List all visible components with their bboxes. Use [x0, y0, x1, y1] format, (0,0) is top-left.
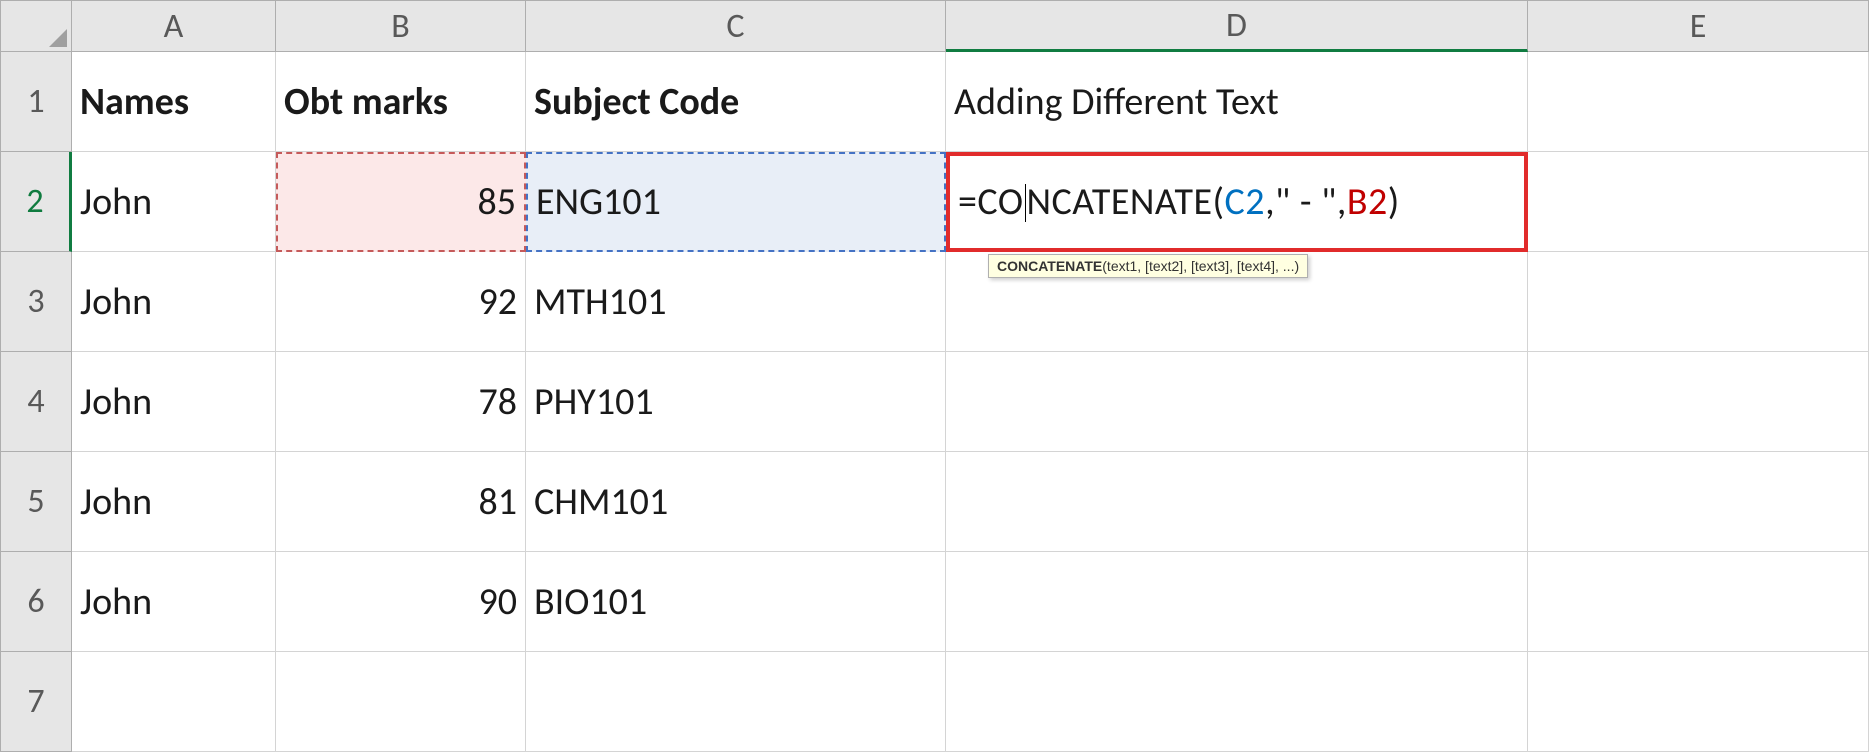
formula-ref-b2: B2 [1347, 179, 1388, 225]
cell-c6[interactable]: BIO101 [526, 552, 946, 652]
cell-d7[interactable] [946, 652, 1528, 752]
col-header-a[interactable]: A [72, 0, 276, 52]
cell-b6[interactable]: 90 [276, 552, 526, 652]
formula-mid: ," - ", [1265, 179, 1347, 225]
col-header-d[interactable]: D [946, 0, 1528, 52]
cell-b2[interactable]: 85 [276, 152, 526, 252]
cell-a3[interactable]: John [72, 252, 276, 352]
cell-d2[interactable]: =CONCATENATE(C2," - ",B2) CONCATENATE(te… [946, 152, 1528, 252]
row-header-1[interactable]: 1 [0, 52, 72, 152]
cell-e2[interactable] [1528, 152, 1869, 252]
cell-b3[interactable]: 92 [276, 252, 526, 352]
cell-c1[interactable]: Subject Code [526, 52, 946, 152]
formula-post: NCATENATE( [1027, 179, 1225, 225]
row-header-3[interactable]: 3 [0, 252, 72, 352]
cell-a4[interactable]: John [72, 352, 276, 452]
cell-e3[interactable] [1528, 252, 1869, 352]
tooltip-func-args: (text1, [text2], [text3], [text4], ...) [1102, 258, 1299, 274]
formula-pre: =CO [958, 179, 1024, 225]
select-all-corner[interactable] [0, 0, 72, 52]
row-header-6[interactable]: 6 [0, 552, 72, 652]
function-tooltip[interactable]: CONCATENATE(text1, [text2], [text3], [te… [988, 254, 1308, 278]
cell-c5[interactable]: CHM101 [526, 452, 946, 552]
cell-e6[interactable] [1528, 552, 1869, 652]
col-header-b[interactable]: B [276, 0, 526, 52]
cell-b4[interactable]: 78 [276, 352, 526, 452]
cell-a2[interactable]: John [72, 152, 276, 252]
row-header-7[interactable]: 7 [0, 652, 72, 752]
spreadsheet-grid: A B C D E 1 Names Obt marks Subject Code… [0, 0, 1869, 752]
tooltip-func-name: CONCATENATE [997, 258, 1102, 274]
text-caret [1025, 184, 1026, 222]
formula-text: =CONCATENATE(C2," - ",B2) [958, 179, 1400, 225]
cell-e4[interactable] [1528, 352, 1869, 452]
cell-c7[interactable] [526, 652, 946, 752]
cell-e5[interactable] [1528, 452, 1869, 552]
cell-c3[interactable]: MTH101 [526, 252, 946, 352]
cell-b5[interactable]: 81 [276, 452, 526, 552]
cell-a6[interactable]: John [72, 552, 276, 652]
cell-e1[interactable] [1528, 52, 1869, 152]
cell-c4[interactable]: PHY101 [526, 352, 946, 452]
formula-end: ) [1388, 179, 1400, 225]
cell-a7[interactable] [72, 652, 276, 752]
cell-b7[interactable] [276, 652, 526, 752]
cell-a1[interactable]: Names [72, 52, 276, 152]
cell-d4[interactable] [946, 352, 1528, 452]
row-header-4[interactable]: 4 [0, 352, 72, 452]
cell-b1[interactable]: Obt marks [276, 52, 526, 152]
cell-e7[interactable] [1528, 652, 1869, 752]
row-header-2[interactable]: 2 [0, 152, 72, 252]
cell-d6[interactable] [946, 552, 1528, 652]
cell-c2[interactable]: ENG101 [526, 152, 946, 252]
col-header-e[interactable]: E [1528, 0, 1869, 52]
cell-a5[interactable]: John [72, 452, 276, 552]
cell-d1[interactable]: Adding Different Text [946, 52, 1528, 152]
row-header-5[interactable]: 5 [0, 452, 72, 552]
formula-ref-c2: C2 [1225, 179, 1266, 225]
cell-d5[interactable] [946, 452, 1528, 552]
col-header-c[interactable]: C [526, 0, 946, 52]
